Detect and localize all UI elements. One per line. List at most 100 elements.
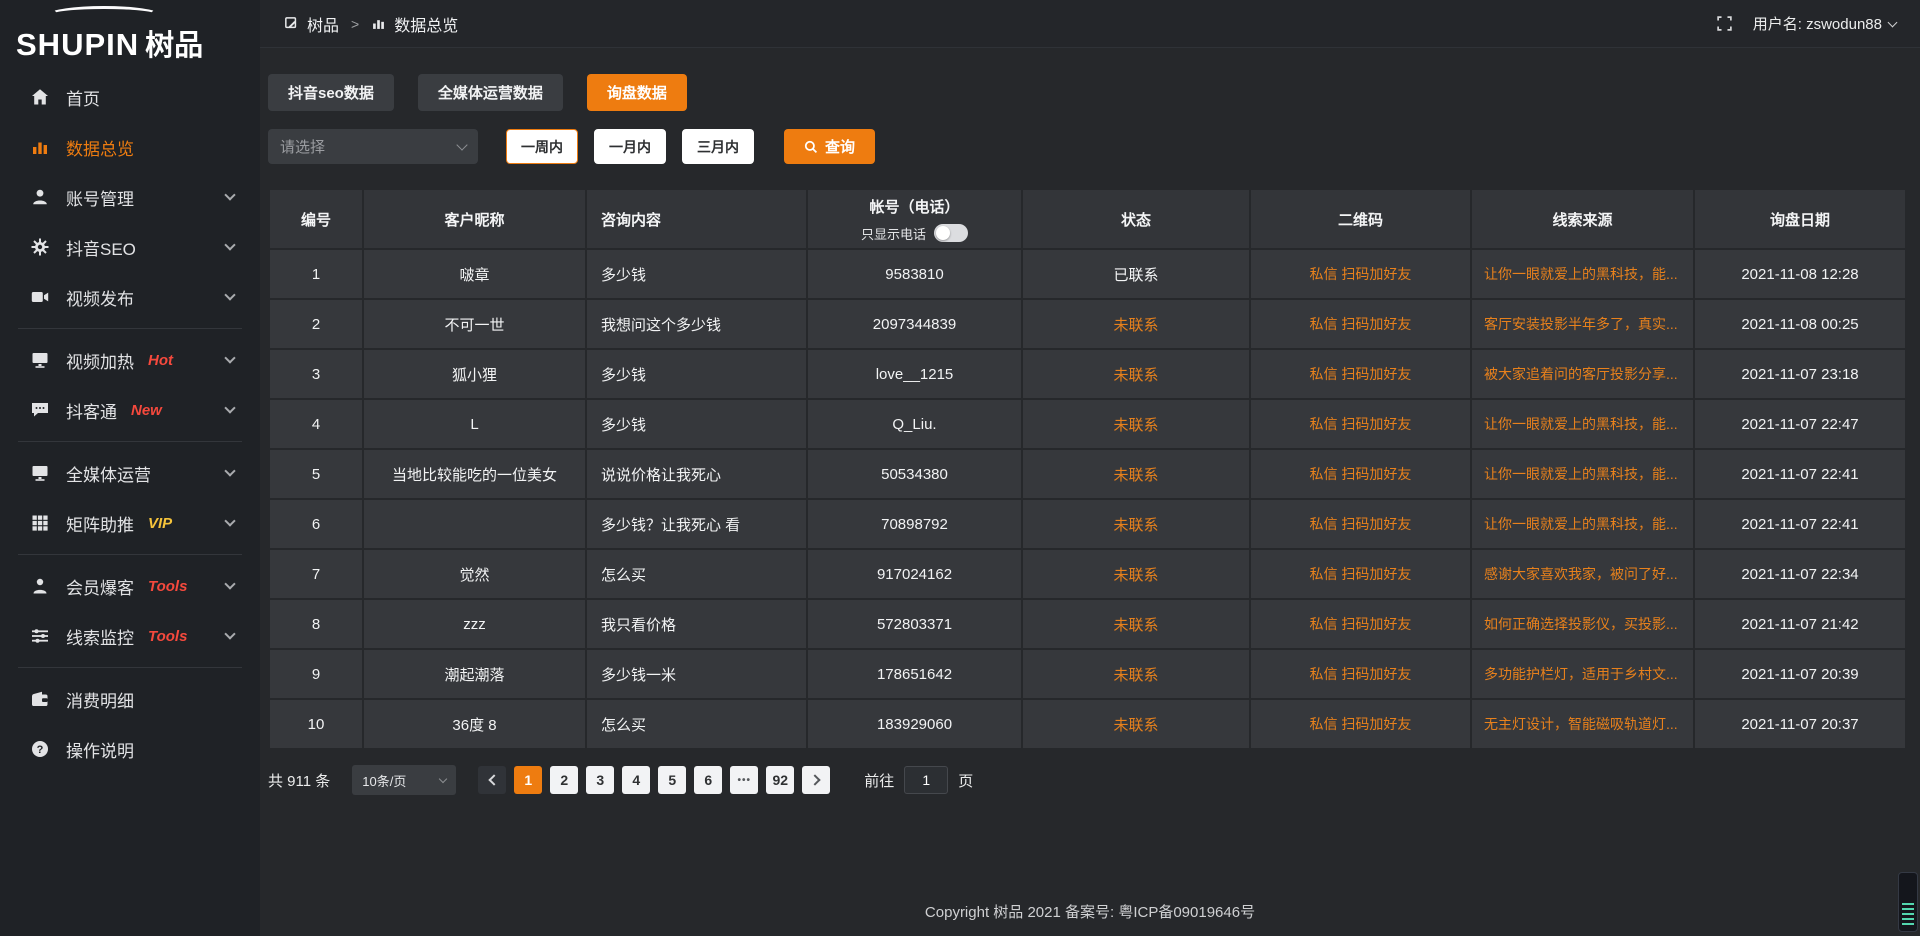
status-badge: Tools: [148, 578, 187, 595]
page-button[interactable]: 2: [550, 766, 578, 794]
inquiry-date: 2021-11-07 20:37: [1694, 699, 1906, 749]
phone-toggle-label: 只显示电话: [861, 224, 926, 243]
floating-widget[interactable]: [1898, 872, 1918, 932]
inquiry-date: 2021-11-07 22:47: [1694, 399, 1906, 449]
search-button-label: 查询: [825, 136, 855, 157]
qrcode-link[interactable]: 私信 扫码加好友: [1250, 599, 1471, 649]
lead-source-link[interactable]: 让你一眼就爱上的黑科技，能...: [1471, 499, 1694, 549]
page-button[interactable]: 92: [766, 766, 794, 794]
fullscreen-icon[interactable]: [1716, 15, 1733, 32]
column-header-source: 线索来源: [1471, 189, 1694, 249]
qrcode-link[interactable]: 私信 扫码加好友: [1250, 649, 1471, 699]
tab[interactable]: 询盘数据: [587, 74, 687, 111]
status-badge: 未联系: [1022, 449, 1250, 499]
chevron-down-icon: [224, 515, 235, 526]
lead-source-link[interactable]: 如何正确选择投影仪，买投影...: [1471, 599, 1694, 649]
period-button[interactable]: 一月内: [594, 129, 666, 164]
page-size-select[interactable]: 10条/页: [352, 765, 456, 795]
lead-source-link[interactable]: 无主灯设计，智能磁吸轨道灯...: [1471, 699, 1694, 749]
page-size-label: 10条/页: [362, 771, 406, 790]
qrcode-link[interactable]: 私信 扫码加好友: [1250, 499, 1471, 549]
inquiry-date: 2021-11-07 23:18: [1694, 349, 1906, 399]
filter-select[interactable]: 请选择: [268, 129, 478, 164]
inquiry-date: 2021-11-07 21:42: [1694, 599, 1906, 649]
table-row: 5当地比较能吃的一位美女说说价格让我死心50534380未联系私信 扫码加好友让…: [269, 449, 1906, 499]
lead-source-link[interactable]: 客厅安装投影半年多了，真实...: [1471, 299, 1694, 349]
phone-only-toggle[interactable]: [934, 224, 968, 242]
page-button[interactable]: 4: [622, 766, 650, 794]
qrcode-link[interactable]: 私信 扫码加好友: [1250, 549, 1471, 599]
sidebar-item[interactable]: 视频发布: [0, 272, 260, 322]
period-buttons: 一周内一月内三月内: [506, 129, 754, 164]
inquiry-content: 怎么买: [586, 549, 807, 599]
qrcode-link[interactable]: 私信 扫码加好友: [1250, 399, 1471, 449]
next-page-button[interactable]: [802, 766, 830, 794]
chevron-down-icon: [1888, 17, 1898, 27]
status-badge: New: [131, 402, 162, 419]
status-badge: 未联系: [1022, 299, 1250, 349]
qrcode-link[interactable]: 私信 扫码加好友: [1250, 299, 1471, 349]
sidebar-item[interactable]: 线索监控Tools: [0, 611, 260, 661]
tab[interactable]: 抖音seo数据: [268, 74, 394, 111]
prev-page-button[interactable]: [478, 766, 506, 794]
sidebar-item[interactable]: 视频加热Hot: [0, 335, 260, 385]
lead-source-link[interactable]: 让你一眼就爱上的黑科技，能...: [1471, 449, 1694, 499]
sidebar-item[interactable]: 会员爆客Tools: [0, 561, 260, 611]
chevron-down-icon: [224, 289, 235, 300]
breadcrumb: 树品 > 数据总览: [284, 12, 458, 36]
lead-source-link[interactable]: 多功能护栏灯，适用于乡村文...: [1471, 649, 1694, 699]
account-phone: 70898792: [807, 499, 1022, 549]
qrcode-link[interactable]: 私信 扫码加好友: [1250, 349, 1471, 399]
sidebar-item[interactable]: 首页: [0, 72, 260, 122]
sidebar-item[interactable]: 账号管理: [0, 172, 260, 222]
goto-page: 前往 页: [864, 766, 973, 794]
tab[interactable]: 全媒体运营数据: [418, 74, 563, 111]
lead-source-link[interactable]: 感谢大家喜欢我家，被问了好...: [1471, 549, 1694, 599]
breadcrumb-home[interactable]: 树品: [307, 12, 339, 36]
page-button[interactable]: 6: [694, 766, 722, 794]
search-button[interactable]: 查询: [784, 129, 875, 164]
account-phone: 2097344839: [807, 299, 1022, 349]
page-button[interactable]: 1: [514, 766, 542, 794]
header: 树品 > 数据总览 用户名: zswodun88: [260, 0, 1920, 48]
monitor-icon: [30, 350, 50, 370]
goto-page-input[interactable]: [904, 766, 948, 794]
page-button[interactable]: 5: [658, 766, 686, 794]
lead-source-link[interactable]: 让你一眼就爱上的黑科技，能...: [1471, 249, 1694, 299]
row-id: 4: [269, 399, 363, 449]
sidebar-item[interactable]: 消费明细: [0, 674, 260, 724]
sidebar-item[interactable]: 全媒体运营: [0, 448, 260, 498]
lead-source-link[interactable]: 被大家追着问的客厅投影分享...: [1471, 349, 1694, 399]
period-button[interactable]: 一周内: [506, 129, 578, 164]
sidebar-item[interactable]: 抖音SEO: [0, 222, 260, 272]
customer-nickname: 觉然: [363, 549, 586, 599]
account-phone: Q_Liu.: [807, 399, 1022, 449]
qrcode-link[interactable]: 私信 扫码加好友: [1250, 449, 1471, 499]
chevron-left-icon: [488, 774, 499, 785]
qrcode-link[interactable]: 私信 扫码加好友: [1250, 249, 1471, 299]
wallet-icon: [30, 689, 50, 709]
home-icon: [30, 87, 50, 107]
divider: [18, 667, 242, 668]
sidebar-menu: 首页数据总览账号管理抖音SEO视频发布视频加热Hot抖客通New 全媒体运营矩阵助…: [0, 62, 260, 774]
sidebar-item[interactable]: 抖客通New: [0, 385, 260, 435]
sidebar-item-label: 视频加热: [66, 348, 134, 373]
sidebar-item[interactable]: 矩阵助推VIP: [0, 498, 260, 548]
svg-text:?: ?: [37, 744, 44, 756]
total-count: 共 911 条: [268, 770, 330, 791]
page-button[interactable]: 3: [586, 766, 614, 794]
lead-source-link[interactable]: 让你一眼就爱上的黑科技，能...: [1471, 399, 1694, 449]
sidebar-item[interactable]: 数据总览: [0, 122, 260, 172]
qrcode-link[interactable]: 私信 扫码加好友: [1250, 699, 1471, 749]
chevron-down-icon: [224, 628, 235, 639]
account-phone: 178651642: [807, 649, 1022, 699]
page-ellipsis[interactable]: •••: [730, 766, 758, 794]
inquiry-table: 编号 客户昵称 咨询内容 帐号（电话） 只显示电话 状态 二维码 线索来源 询盘…: [268, 188, 1907, 750]
divider: [18, 441, 242, 442]
sidebar-item[interactable]: ?操作说明: [0, 724, 260, 774]
logo-latin: SHUPIN: [16, 27, 139, 63]
column-header-account-label: 帐号（电话）: [808, 196, 1021, 217]
period-button[interactable]: 三月内: [682, 129, 754, 164]
user-menu[interactable]: 用户名: zswodun88: [1753, 13, 1896, 34]
inquiry-content: 多少钱？让我死心 看: [586, 499, 807, 549]
